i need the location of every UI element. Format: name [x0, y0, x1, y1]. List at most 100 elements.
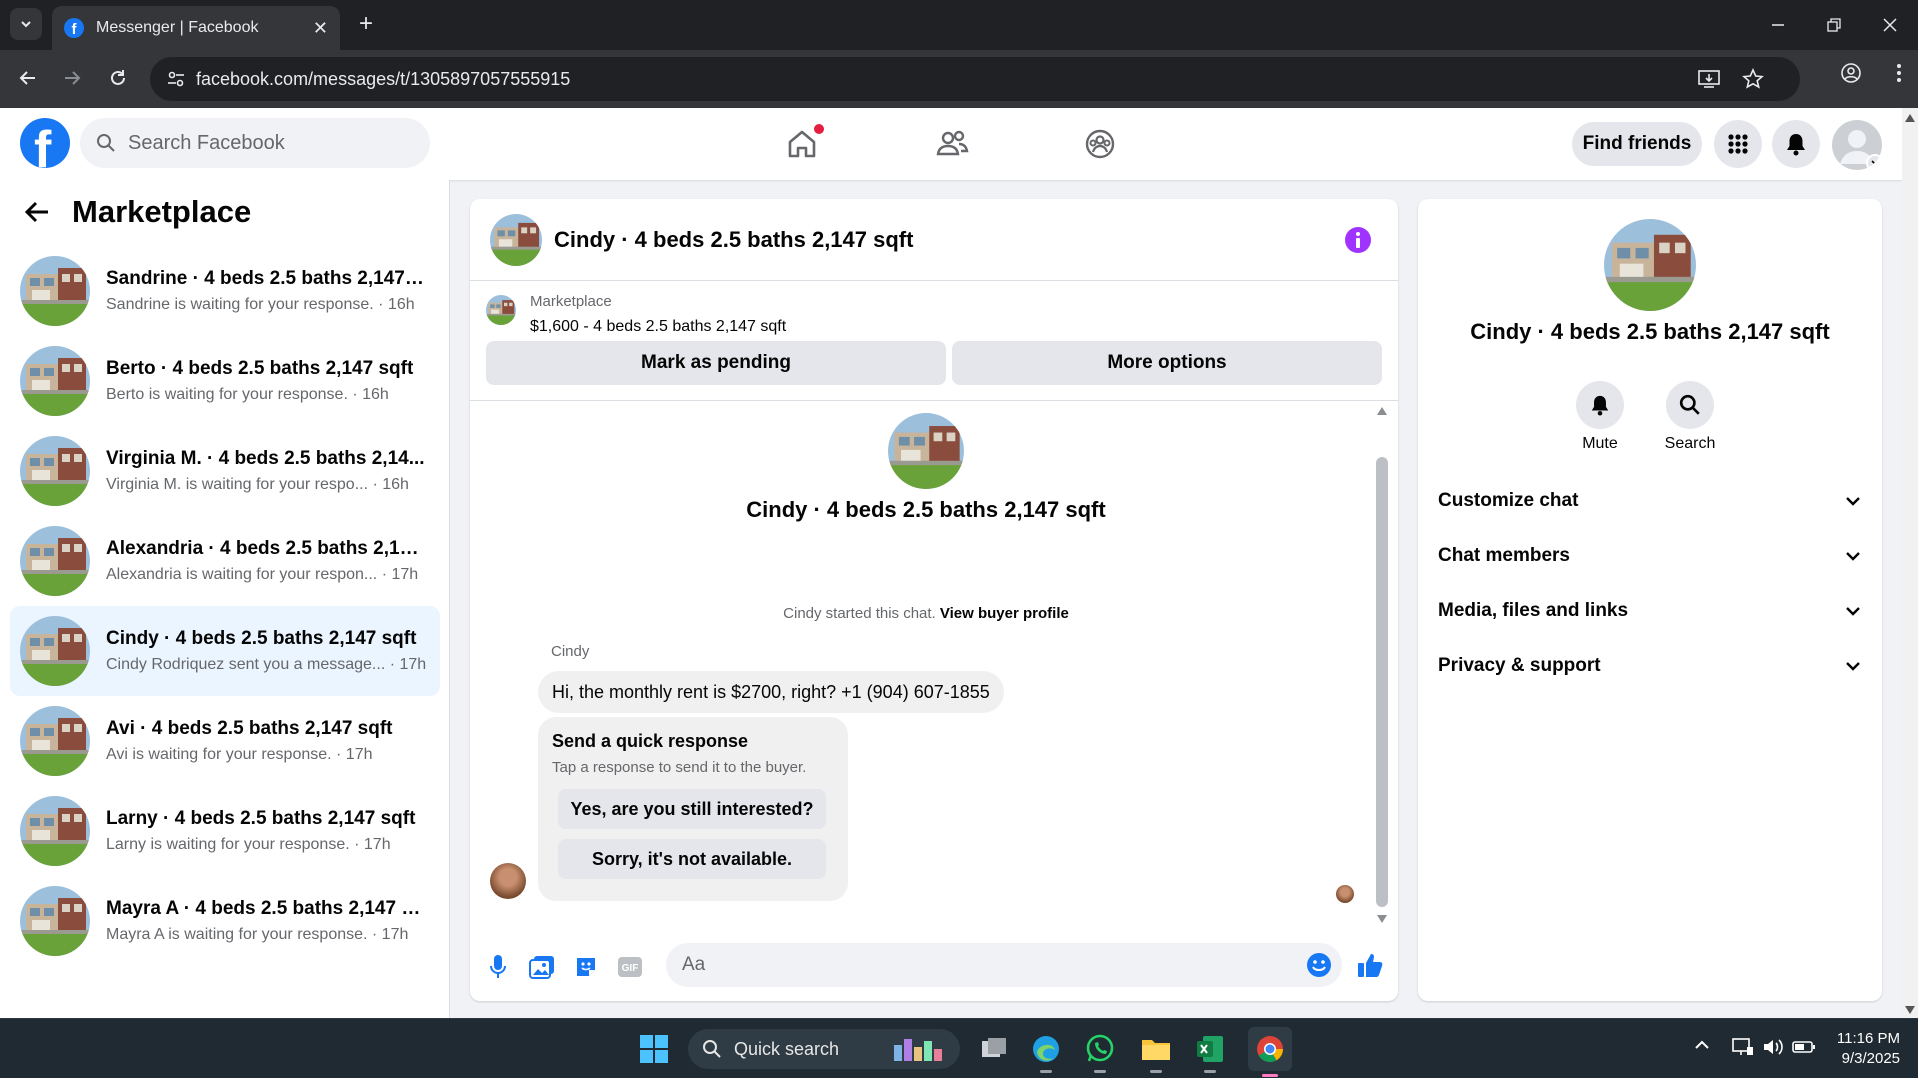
excel-app[interactable] [1192, 1031, 1228, 1073]
bookmark-star-icon[interactable] [1742, 68, 1764, 90]
listing-thumbnail[interactable] [486, 295, 516, 325]
read-receipt-avatar [1336, 885, 1354, 903]
scroll-down-icon[interactable] [1377, 915, 1387, 923]
media-files-links-section[interactable]: Media, files and links [1438, 589, 1862, 633]
listing-source: Marketplace [530, 293, 612, 310]
more-options-button[interactable]: More options [952, 341, 1382, 385]
windows-taskbar: Quick search 11:16 PM 9/3/2025 [0, 1018, 1918, 1078]
reload-button[interactable] [102, 62, 134, 94]
privacy-support-section[interactable]: Privacy & support [1438, 644, 1862, 688]
nav-home[interactable] [742, 122, 862, 166]
minimize-icon [1772, 24, 1784, 26]
profile-icon[interactable] [1840, 62, 1862, 84]
scroll-up-icon[interactable] [1905, 114, 1915, 122]
network-icon[interactable] [1732, 1037, 1754, 1057]
account-avatar[interactable] [1832, 120, 1882, 170]
search-action[interactable]: Search [1650, 381, 1730, 453]
details-thumbnail[interactable] [1604, 219, 1696, 311]
message-thread: Cindy · 4 beds 2.5 baths 2,147 sqft Cind… [470, 401, 1398, 931]
install-app-icon[interactable] [1698, 69, 1720, 89]
conversation-item[interactable]: Berto · 4 beds 2.5 baths 2,147 sqft Berto… [10, 336, 440, 426]
conversation-item-active[interactable]: Cindy · 4 beds 2.5 baths 2,147 sqft Cindy… [10, 606, 440, 696]
conversation-item[interactable]: Virginia M. · 4 beds 2.5 baths 2,14... Vi… [10, 426, 440, 516]
scroll-up-icon[interactable] [1377, 407, 1387, 415]
facebook-search-input[interactable] [128, 131, 398, 155]
find-friends-button[interactable]: Find friends [1572, 122, 1702, 166]
menu-button[interactable] [1714, 120, 1762, 168]
restore-button[interactable] [1806, 0, 1862, 50]
conversation-item[interactable]: Alexandria · 4 beds 2.5 baths 2,147... Al… [10, 516, 440, 606]
address-bar[interactable]: facebook.com/messages/t/1305897057555915 [150, 57, 1800, 101]
chat-members-section[interactable]: Chat members [1438, 534, 1862, 578]
file-explorer-app[interactable] [1138, 1031, 1174, 1073]
task-view-button[interactable] [976, 1031, 1012, 1067]
quick-response-card: Send a quick response Tap a response to … [538, 717, 848, 901]
chrome-app[interactable] [1248, 1027, 1292, 1077]
site-settings-icon[interactable] [166, 69, 186, 89]
whatsapp-app[interactable] [1082, 1031, 1118, 1073]
battery-icon[interactable] [1792, 1037, 1816, 1057]
voice-clip-button[interactable] [484, 953, 512, 981]
system-clock[interactable]: 11:16 PM 9/3/2025 [1837, 1029, 1900, 1069]
search-icon [97, 134, 115, 152]
attach-media-button[interactable] [528, 953, 556, 981]
notifications-button[interactable] [1772, 120, 1820, 168]
start-button[interactable] [636, 1031, 672, 1067]
close-window-button[interactable] [1862, 0, 1918, 50]
info-icon[interactable] [1344, 226, 1372, 254]
emoji-icon[interactable] [1306, 952, 1332, 978]
like-button[interactable] [1356, 951, 1384, 979]
tab-search-dropdown[interactable] [10, 8, 42, 40]
marketplace-sidebar: Marketplace Sandrine · 4 beds 2.5 baths … [0, 180, 450, 1018]
customize-chat-section[interactable]: Customize chat [1438, 479, 1862, 523]
taskbar-search[interactable]: Quick search [688, 1029, 960, 1069]
message-scrollbar[interactable] [1376, 407, 1388, 923]
mute-action[interactable]: Mute [1560, 381, 1640, 453]
forward-button[interactable] [56, 62, 88, 94]
search-in-chat-button[interactable] [1666, 381, 1714, 429]
conversation-item[interactable]: Sandrine · 4 beds 2.5 baths 2,147 s... Sa… [10, 246, 440, 336]
conversation-item[interactable]: Avi · 4 beds 2.5 baths 2,147 sqft Avi is … [10, 696, 440, 786]
message-bubble[interactable]: Hi, the monthly rent is $2700, right? +1… [538, 671, 1004, 713]
chevron-down-icon [1846, 552, 1860, 561]
svg-text:GIF: GIF [622, 963, 639, 974]
message-input-box[interactable] [666, 943, 1342, 987]
chat-header-thumbnail[interactable] [490, 214, 542, 266]
browser-tab[interactable]: f Messenger | Facebook ✕ [52, 6, 340, 50]
nav-groups[interactable] [1040, 122, 1160, 166]
sticker-button[interactable] [572, 953, 600, 981]
conversation-item[interactable]: Larny · 4 beds 2.5 baths 2,147 sqft Larny… [10, 786, 440, 876]
volume-icon[interactable] [1762, 1037, 1784, 1057]
new-tab-button[interactable]: + [352, 10, 380, 38]
mark-as-pending-button[interactable]: Mark as pending [486, 341, 946, 385]
sticker-icon [577, 958, 595, 976]
quick-response-yes-button[interactable]: Yes, are you still interested? [558, 789, 826, 829]
sender-avatar[interactable] [490, 863, 526, 899]
facebook-search[interactable] [80, 118, 430, 168]
nav-friends[interactable] [892, 122, 1012, 166]
conversation-item[interactable]: Mayra A · 4 beds 2.5 baths 2,147 s... May… [10, 876, 440, 966]
show-hidden-icons-icon[interactable] [1694, 1037, 1710, 1053]
browser-menu-icon[interactable] [1896, 62, 1902, 84]
conversation-name: Cindy · 4 beds 2.5 baths 2,147 sqft [106, 628, 417, 649]
photo-icon [529, 956, 554, 979]
scroll-down-icon[interactable] [1905, 1006, 1915, 1014]
scroll-thumb[interactable] [1376, 457, 1388, 907]
message-input[interactable] [682, 954, 1272, 976]
facebook-logo-icon[interactable]: f [20, 118, 70, 168]
gif-button[interactable]: GIF [616, 953, 644, 981]
back-button[interactable] [12, 62, 44, 94]
listing-thumbnail [20, 886, 90, 956]
mute-button[interactable] [1576, 381, 1624, 429]
url-text[interactable]: facebook.com/messages/t/1305897057555915 [196, 69, 570, 90]
quick-response-sorry-button[interactable]: Sorry, it's not available. [558, 839, 826, 879]
listing-price[interactable]: $1,600 - 4 beds 2.5 baths 2,147 sqft [530, 318, 786, 336]
edge-app[interactable] [1028, 1031, 1064, 1073]
minimize-button[interactable] [1750, 0, 1806, 50]
view-buyer-profile-link[interactable]: View buyer profile [940, 605, 1069, 622]
back-arrow-icon[interactable] [24, 200, 50, 224]
close-tab-icon[interactable]: ✕ [313, 18, 328, 39]
edge-icon [1033, 1036, 1059, 1062]
chat-title[interactable]: Cindy · 4 beds 2.5 baths 2,147 sqft [554, 227, 913, 253]
page-scrollbar[interactable] [1902, 108, 1918, 1018]
